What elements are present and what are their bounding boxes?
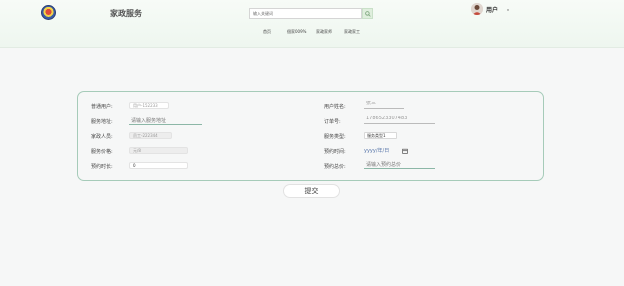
booking-time-input[interactable]: yyyy/年/日 [364, 147, 409, 155]
regular-user-label: 普通用户: [91, 104, 113, 110]
regular-user-field[interactable]: 用户-152233 [129, 102, 169, 109]
search-icon [364, 10, 371, 17]
service-price-field[interactable]: 元/8 [129, 147, 188, 154]
staff-field[interactable]: 员工-222344 [129, 132, 172, 139]
site-title: 家政服务 [110, 9, 142, 18]
staff-label: 家政人员: [91, 134, 113, 140]
nav-item-2[interactable]: 個家009% [287, 29, 306, 35]
user-avatar[interactable] [471, 3, 483, 15]
user-name[interactable]: 用户 [486, 5, 498, 14]
nav-item-home[interactable]: 首页 [263, 29, 271, 35]
nav-item-3[interactable]: 家政家师 [316, 29, 332, 35]
service-type-label: 服务类型: [324, 134, 346, 140]
chevron-down-icon[interactable] [506, 8, 510, 12]
nav-item-4[interactable]: 家政家工 [344, 29, 360, 35]
booking-time-value: yyyy/年/日 [364, 148, 390, 154]
top-header: 家政服务 用户 首页 個家009% 家政家师 家政家工 [0, 0, 624, 48]
submit-button[interactable]: 提交 [283, 184, 340, 198]
service-address-label: 服务地址: [91, 119, 113, 125]
user-realname-field[interactable]: 张三 [364, 101, 404, 109]
service-address-input[interactable] [129, 117, 202, 125]
booking-duration-field[interactable]: 0 [129, 162, 188, 169]
order-number-label: 订单号: [324, 119, 341, 125]
service-type-selected: 服务类型1 [367, 133, 386, 138]
calendar-icon[interactable] [402, 148, 408, 154]
user-avatar-icon [471, 3, 483, 15]
service-price-label: 服务价格: [91, 149, 113, 155]
total-price-input[interactable] [364, 161, 435, 169]
service-type-select[interactable]: 服务类型1 [364, 132, 397, 139]
booking-duration-label: 预约时长: [91, 164, 113, 170]
main-nav: 首页 個家009% 家政家师 家政家工 [0, 29, 624, 39]
search-button[interactable] [362, 8, 373, 19]
search-input[interactable] [249, 8, 362, 19]
site-logo-icon [41, 5, 56, 20]
user-realname-label: 用户姓名: [324, 104, 346, 110]
total-price-label: 预约总价: [324, 164, 346, 170]
search-bar [249, 8, 373, 19]
order-number-field[interactable]: 1786523307483 [364, 116, 435, 124]
booking-time-label: 预约时间: [324, 149, 346, 155]
